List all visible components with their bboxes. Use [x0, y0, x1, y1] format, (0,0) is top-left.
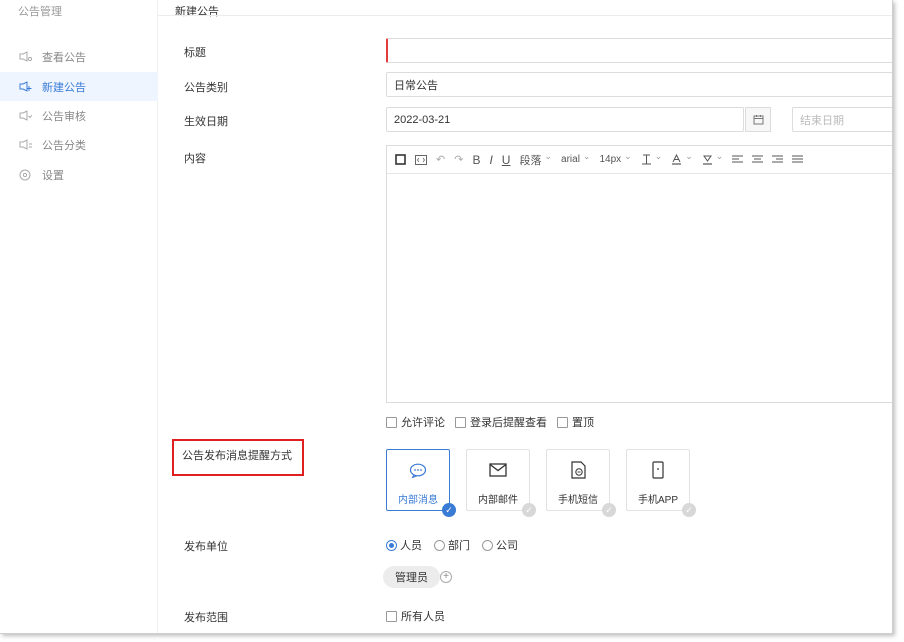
checkbox-box [386, 416, 397, 428]
sidebar-item-new[interactable]: 新建公告 [0, 72, 158, 101]
radio-person[interactable]: 人员 [386, 537, 422, 553]
notify-internal-mail-card[interactable]: 内部邮件 ✓ [466, 449, 536, 517]
title-label: 标题 [184, 47, 206, 59]
checkbox-box [557, 416, 568, 428]
align-right-icon[interactable] [772, 155, 784, 164]
sidebar-item-label: 公告审核 [42, 110, 86, 123]
check-icon: ✓ [682, 503, 696, 517]
phone-icon [652, 459, 664, 481]
card-label: 手机APP [637, 495, 678, 506]
underline-button[interactable]: U [502, 153, 511, 167]
divider [158, 15, 892, 16]
checkbox-label: 允许评论 [401, 417, 445, 429]
mail-icon [489, 459, 507, 481]
checkbox-box [455, 416, 466, 428]
sidebar-item-label: 设置 [42, 169, 64, 182]
radio-dot [386, 539, 397, 551]
check-icon: ✓ [602, 503, 616, 517]
notify-sms-card[interactable]: 手机短信 ✓ [546, 449, 616, 517]
card-label: 内部消息 [398, 495, 438, 506]
notify-internal-message-card[interactable]: 内部消息 ✓ [386, 449, 456, 517]
announce-category-icon [18, 139, 32, 151]
date-label: 生效日期 [184, 116, 228, 128]
chat-bubble-icon [409, 459, 427, 481]
add-circle-icon[interactable]: + [440, 571, 452, 583]
editor-toolbar: ↶ ↷ B I U 段落 arial 14px [387, 146, 892, 174]
allow-comment-checkbox[interactable]: 允许评论 [386, 414, 445, 430]
align-left-icon[interactable] [732, 155, 744, 164]
sms-icon [570, 459, 586, 481]
radio-department[interactable]: 部门 [434, 537, 470, 553]
rich-text-editor[interactable]: ↶ ↷ B I U 段落 arial 14px [386, 145, 892, 403]
sidebar-item-view[interactable]: 查看公告 [0, 42, 158, 71]
category-label: 公告类别 [184, 82, 228, 94]
page-title: 新建公告 [175, 6, 219, 18]
start-date-input[interactable]: 2022-03-21 [386, 107, 744, 132]
sidebar-item-label: 公告分类 [42, 139, 86, 152]
align-center-icon[interactable] [752, 155, 764, 164]
font-family-dropdown[interactable]: arial [561, 154, 590, 165]
source-code-icon[interactable] [395, 154, 406, 165]
paragraph-dropdown[interactable]: 段落 [519, 152, 552, 168]
settings-icon [18, 169, 32, 181]
notify-app-card[interactable]: 手机APP ✓ [626, 449, 696, 517]
announce-add-icon [18, 81, 32, 93]
sidebar: 公告管理 查看公告 新建公告 公告审核 公告分类 设置 [0, 0, 158, 633]
radio-label: 人员 [400, 540, 422, 552]
content-label: 内容 [184, 153, 206, 165]
publisher-label: 发布单位 [184, 541, 228, 553]
font-family-label: arial [561, 154, 580, 165]
announce-review-icon [18, 110, 32, 122]
strikethrough-icon[interactable] [641, 154, 663, 165]
check-icon: ✓ [522, 503, 536, 517]
main-content: 新建公告 标题 公告类别 日常公告 生效日期 2022-03-21 结束日期 内… [158, 0, 892, 633]
code-block-icon[interactable] [415, 154, 427, 165]
sidebar-item-category[interactable]: 公告分类 [0, 130, 158, 159]
redo-icon[interactable]: ↷ [454, 153, 463, 166]
radio-label: 公司 [496, 540, 518, 552]
publisher-radio-group: 人员 部门 公司 [386, 537, 518, 553]
notify-label: 公告发布消息提醒方式 [182, 450, 292, 462]
checkbox-label: 所有人员 [401, 611, 445, 623]
sidebar-header: 公告管理 [18, 6, 62, 18]
app-window: 公告管理 查看公告 新建公告 公告审核 公告分类 设置 新建公告 标题 公告类别… [0, 0, 893, 634]
sidebar-item-label: 查看公告 [42, 51, 86, 64]
checkbox-box [386, 610, 397, 622]
all-users-checkbox[interactable]: 所有人员 [386, 608, 445, 624]
login-remind-checkbox[interactable]: 登录后提醒查看 [455, 414, 547, 430]
radio-dot [434, 539, 445, 551]
calendar-icon[interactable] [745, 107, 771, 132]
highlight-color-icon[interactable] [702, 154, 724, 165]
sidebar-item-label: 新建公告 [42, 81, 86, 94]
sidebar-item-review[interactable]: 公告审核 [0, 101, 158, 130]
pin-top-checkbox[interactable]: 置顶 [557, 414, 594, 430]
end-date-input[interactable]: 结束日期 [792, 107, 892, 132]
publisher-tag[interactable]: 管理员 [383, 566, 440, 588]
bold-button[interactable]: B [472, 153, 480, 167]
announce-icon [18, 51, 32, 63]
font-size-dropdown[interactable]: 14px [599, 154, 631, 165]
title-input[interactable] [386, 38, 892, 63]
undo-icon[interactable]: ↶ [436, 153, 445, 166]
end-date-placeholder: 结束日期 [800, 114, 844, 127]
card-label: 手机短信 [558, 495, 598, 506]
card-label: 内部邮件 [478, 495, 518, 506]
scope-label: 发布范围 [184, 612, 228, 624]
scope-row: 所有人员 [386, 608, 445, 624]
radio-label: 部门 [448, 540, 470, 552]
font-size-label: 14px [599, 154, 622, 165]
sidebar-item-settings[interactable]: 设置 [0, 160, 158, 189]
checkbox-label: 登录后提醒查看 [470, 417, 547, 429]
radio-dot [482, 539, 493, 551]
align-justify-icon[interactable] [792, 155, 804, 164]
category-select[interactable]: 日常公告 [386, 72, 892, 97]
font-color-icon[interactable] [671, 154, 693, 165]
italic-button[interactable]: I [489, 153, 492, 167]
check-icon: ✓ [442, 503, 456, 517]
paragraph-label: 段落 [519, 154, 542, 167]
checkbox-label: 置顶 [572, 417, 594, 429]
options-row: 允许评论 登录后提醒查看 置顶 [386, 414, 594, 430]
radio-company[interactable]: 公司 [482, 537, 518, 553]
